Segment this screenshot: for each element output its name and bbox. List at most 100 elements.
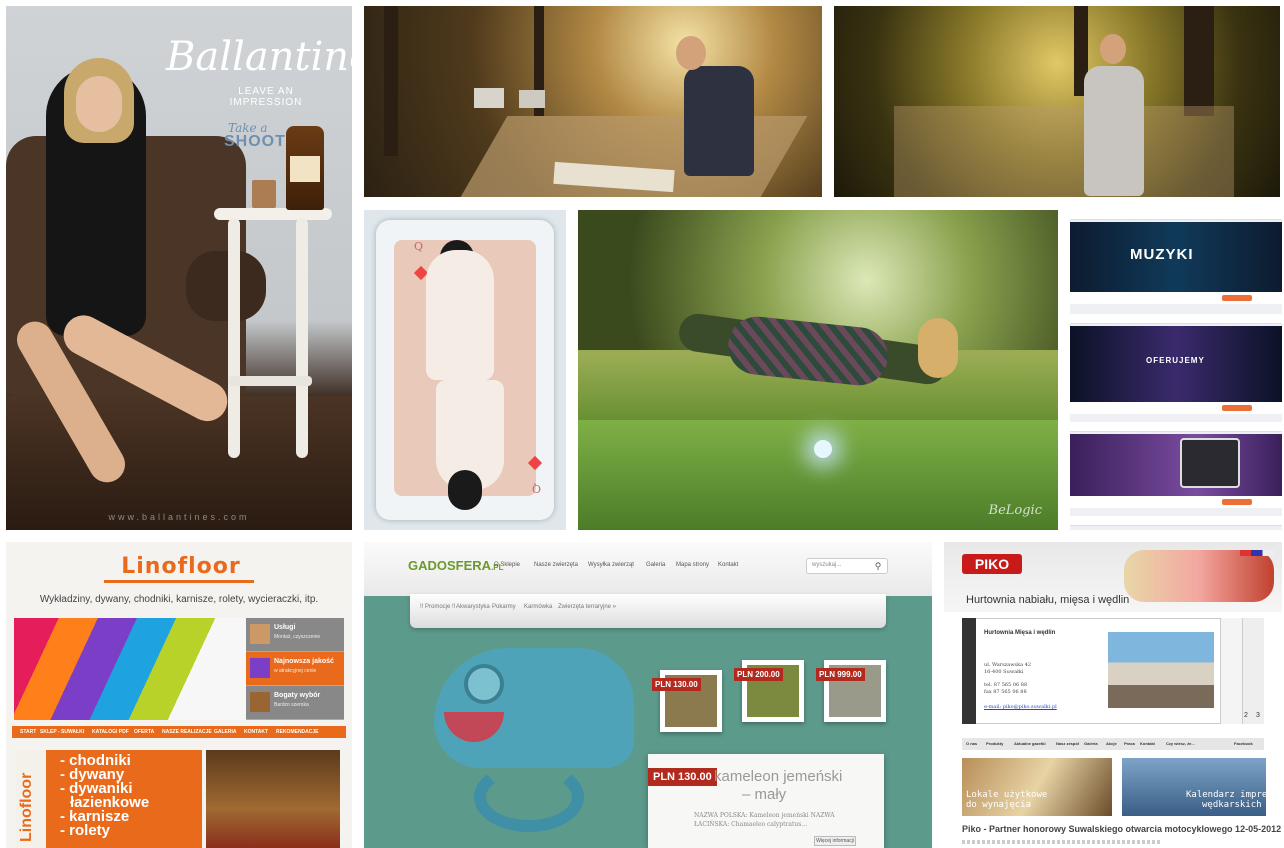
nav-item[interactable]: SKLEP - SUWAŁKI: [40, 729, 84, 735]
banner-text: Kalendarz imprez: [1186, 790, 1273, 800]
park-photo-running[interactable]: [834, 6, 1280, 197]
nav-item[interactable]: NASZE REALIZACJE: [162, 729, 212, 735]
card-rank: Q: [414, 240, 424, 253]
table-leg: [228, 218, 240, 458]
category-item[interactable]: Zwierzęta terraryjne »: [558, 604, 616, 610]
nav-item[interactable]: KATALOGI PDF: [92, 729, 129, 735]
slider-thumb: [250, 658, 270, 678]
featured-desc: NAZWA POLSKA: Kameleon jemeński NAZWA: [694, 812, 835, 819]
light-orb: [814, 440, 832, 458]
man-figure: [684, 66, 754, 176]
blonde-hair: [918, 318, 958, 378]
piko-logo[interactable]: PIKO: [962, 554, 1022, 574]
email-link[interactable]: e-mail: piko@piko.suwalki.pl: [984, 704, 1057, 710]
music-website-screenshot[interactable]: MUZYKI OFERUJEMY: [1070, 210, 1282, 530]
site-nav: [1070, 314, 1282, 324]
queen-card-photo[interactable]: Q Q: [364, 210, 566, 530]
nav-item[interactable]: OFERTA: [134, 729, 154, 735]
nav-item[interactable]: Mapa strony: [676, 562, 709, 568]
cta-button[interactable]: [1222, 499, 1252, 505]
slider-thumb: [250, 624, 270, 644]
slider-side-menu: Usługi Montaż, czyszczenie Najnowsza jak…: [246, 618, 344, 720]
card-rank-bottom: Q: [532, 482, 542, 495]
search-icon[interactable]: ⚲: [868, 558, 888, 574]
park-bench: [519, 90, 545, 108]
menu-item[interactable]: Produkty: [986, 741, 1003, 746]
slide-number[interactable]: 2: [1244, 712, 1248, 719]
slider-item[interactable]: Usługi Montaż, czyszczenie: [246, 618, 344, 652]
linofloor-website-screenshot[interactable]: Linofloor Wykładziny, dywany, chodniki, …: [6, 542, 352, 848]
armchair-arm: [186, 251, 266, 321]
nav-item[interactable]: Kontakt: [718, 562, 738, 568]
menu-item[interactable]: Nasz zespół: [1056, 741, 1079, 746]
rugs-slider-image[interactable]: [14, 618, 246, 720]
gadosfera-logo[interactable]: GADOSFERA.PL: [408, 558, 504, 573]
slogan: Wykładziny, dywany, chodniki, karnisze, …: [39, 594, 319, 605]
hero-banner: [1070, 434, 1282, 496]
cta-button[interactable]: [1222, 405, 1252, 411]
slider-item-active[interactable]: Najnowsza jakość w atrakcyjnej cenie: [246, 652, 344, 686]
menu-item[interactable]: O nas: [966, 741, 977, 746]
slider-tab[interactable]: [962, 618, 976, 724]
slider-item-label: Bogaty wybór: [274, 692, 321, 699]
slider-tab[interactable]: [1242, 618, 1264, 724]
model-dress: [426, 250, 494, 380]
brand-url: www.ballantines.com: [108, 512, 250, 522]
menu-item[interactable]: Aktualne gazetki: [1014, 741, 1046, 746]
nav-item[interactable]: REKOMENDACJE: [276, 729, 319, 735]
man-figure: [1084, 66, 1144, 196]
menu-item[interactable]: Akcje: [1106, 741, 1117, 746]
model-face: [76, 76, 122, 132]
slide-number[interactable]: 3: [1256, 712, 1260, 719]
slide-number[interactable]: 1: [966, 712, 970, 719]
tree-trunk: [384, 6, 398, 156]
category-item[interactable]: Pokarmy: [492, 604, 516, 610]
photographer-signature: BeLogic: [988, 503, 1042, 518]
food-banner: [1124, 550, 1274, 602]
language-flags[interactable]: [1240, 550, 1274, 556]
category-item[interactable]: !! Promocje !!: [420, 604, 455, 610]
chameleon-tail: [474, 762, 584, 832]
address-line: 16-400 Suwałki: [984, 669, 1024, 675]
banner-text: do wynajęcia: [966, 800, 1032, 810]
nav-item[interactable]: GALERIA: [214, 729, 237, 735]
more-info-button[interactable]: Więcej informacji: [814, 836, 856, 846]
levitation-photo[interactable]: BeLogic: [578, 210, 1058, 530]
menu-item[interactable]: Facebook: [1234, 741, 1253, 746]
hero-text: OFERUJEMY: [1146, 356, 1205, 365]
nav-item[interactable]: Wysyłka zwierząt: [588, 562, 634, 568]
brand-tagline: LEAVE AN IMPRESSION: [229, 86, 303, 108]
site-nav: [1070, 422, 1282, 432]
menu-item[interactable]: Kontakt: [1140, 741, 1155, 746]
menu-item[interactable]: Praca: [1124, 741, 1135, 746]
nav-item[interactable]: START: [20, 729, 36, 735]
banner-text: Lokale użytkowe: [966, 790, 1048, 800]
slider-item-label: Usługi: [274, 624, 296, 631]
menu-item[interactable]: Czy wiesz, że...: [1166, 741, 1195, 746]
whisky-glass: [252, 180, 276, 208]
gadosfera-website-screenshot[interactable]: GADOSFERA.PL O Sklepie Nasze zwierzęta W…: [364, 542, 932, 848]
hero-text: MUZYKI: [1130, 246, 1194, 263]
piko-website-screenshot[interactable]: PIKO Hurtownia nabiału, mięsa i wędlin H…: [944, 542, 1282, 848]
nav-item[interactable]: KONTAKT: [244, 729, 268, 735]
nav-item[interactable]: Galeria: [646, 562, 665, 568]
category-item[interactable]: Karmówka: [524, 604, 552, 610]
promo-logo: Linofloor: [18, 772, 35, 842]
site-nav: [1070, 516, 1282, 526]
tree-trunk: [1184, 6, 1214, 116]
slider-thumb: [250, 692, 270, 712]
news-title[interactable]: Piko - Partner honorowy Suwalskiego otwa…: [962, 824, 1281, 834]
chameleon-image: [434, 648, 634, 768]
slider-tab[interactable]: [1220, 618, 1242, 724]
category-item[interactable]: Akwarystyka: [456, 604, 490, 610]
menu-item[interactable]: Galeria: [1084, 741, 1098, 746]
shoot-text: SHOOT: [224, 133, 286, 150]
nav-item[interactable]: Nasze zwierzęta: [534, 562, 578, 568]
cta-button[interactable]: [1222, 295, 1252, 301]
featured-desc: ŁACIŃSKA: Chamaeleo calyptratus...: [694, 821, 808, 828]
price-tag: PLN 999.00: [816, 668, 865, 681]
slider-item[interactable]: Bogaty wybór Bardzo szeroka: [246, 686, 344, 720]
park-photo-kneeling[interactable]: [364, 6, 822, 197]
nav-item[interactable]: O Sklepie: [494, 562, 520, 568]
ballantines-ad-image[interactable]: Ballantine's LEAVE AN IMPRESSION Take a …: [6, 6, 352, 530]
